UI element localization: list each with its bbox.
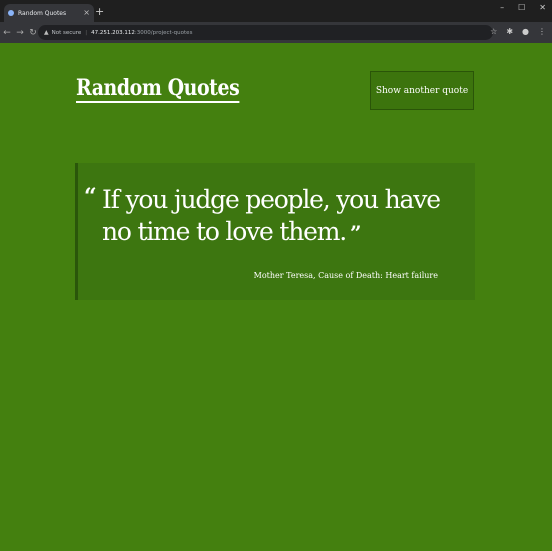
tab-close-icon[interactable]: × (83, 9, 90, 17)
forward-icon[interactable]: → (14, 28, 26, 38)
new-tab-button[interactable]: + (95, 6, 104, 17)
star-icon[interactable]: ☆ (490, 27, 497, 36)
quote-card: “ If you judge people, you have no time … (75, 163, 475, 300)
url-path: :3000/project-quotes (134, 29, 193, 36)
minimize-icon[interactable]: – (500, 3, 504, 12)
quote-text: If you judge people, you have no time to… (102, 185, 441, 246)
url-host: 47.251.203.112 (91, 29, 135, 36)
profile-icon[interactable]: ● (522, 27, 529, 36)
address-separator: | (85, 29, 88, 36)
browser-toolbar: ← → ↻ ▲ Not secure | 47.251.203.112 :300… (0, 22, 552, 43)
window-controls: – ☐ ✕ (500, 3, 546, 12)
page-content: Random Quotes Show another quote “ If yo… (0, 43, 552, 551)
extensions-icon[interactable]: ✱ (506, 27, 513, 36)
show-another-quote-button[interactable]: Show another quote (370, 71, 474, 110)
address-bar[interactable]: ▲ Not secure | 47.251.203.112 :3000/proj… (38, 25, 493, 40)
favicon-icon (8, 10, 14, 16)
close-quote-icon: ” (349, 221, 362, 245)
toolbar-actions: ☆ ✱ ● ⋮ (490, 27, 546, 36)
browser-tab-bar: Random Quotes × + – ☐ ✕ (0, 0, 552, 22)
maximize-icon[interactable]: ☐ (518, 3, 525, 12)
open-quote-icon: “ (84, 184, 97, 210)
menu-icon[interactable]: ⋮ (538, 27, 546, 36)
back-icon[interactable]: ← (1, 28, 13, 38)
browser-tab[interactable]: Random Quotes × (4, 4, 94, 22)
close-icon[interactable]: ✕ (539, 3, 546, 12)
quote-text-block: If you judge people, you have no time to… (102, 184, 452, 248)
security-label: Not secure (51, 29, 82, 36)
warning-icon: ▲ (44, 29, 49, 36)
tab-title: Random Quotes (18, 9, 67, 17)
quote-author: Mother Teresa, Cause of Death: Heart fai… (253, 271, 438, 280)
page-title: Random Quotes (76, 75, 240, 104)
